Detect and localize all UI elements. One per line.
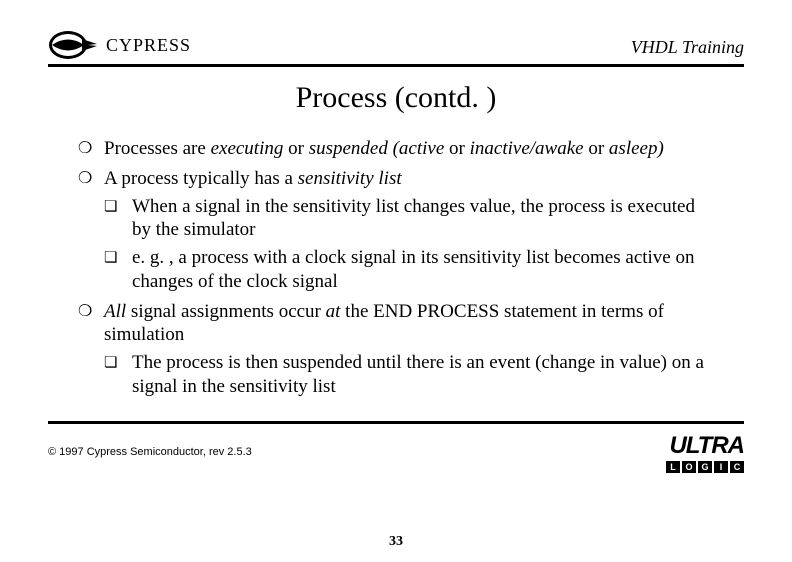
bullet-level2: ❏e. g. , a process with a clock signal i… xyxy=(104,246,704,294)
circle-bullet-icon: ❍ xyxy=(78,167,104,191)
header: CYPRESS VHDL Training xyxy=(48,18,744,62)
bullet-level1: ❍A process typically has a sensitivity l… xyxy=(78,167,704,191)
header-rule xyxy=(48,64,744,67)
ultra-logic-letter: O xyxy=(682,461,696,473)
bullet-text: e. g. , a process with a clock signal in… xyxy=(132,246,704,294)
square-bullet-icon: ❏ xyxy=(104,195,132,243)
square-bullet-icon: ❏ xyxy=(104,351,132,399)
square-bullet-icon: ❏ xyxy=(104,246,132,294)
copyright-text: © 1997 Cypress Semiconductor, rev 2.5.3 xyxy=(48,446,252,458)
ultra-logic-boxes: LOGIC xyxy=(666,461,744,473)
ultra-logo: ULTRA LOGIC xyxy=(666,432,744,473)
ultra-logic-letter: I xyxy=(714,461,728,473)
company-name: CYPRESS xyxy=(106,35,191,56)
slide-title: Process (contd. ) xyxy=(48,81,744,115)
circle-bullet-icon: ❍ xyxy=(78,137,104,161)
ultra-logic-letter: C xyxy=(730,461,744,473)
ultra-word: ULTRA xyxy=(666,432,744,460)
ultra-logic-letter: G xyxy=(698,461,712,473)
bullet-text: When a signal in the sensitivity list ch… xyxy=(132,195,704,243)
bullet-level1: ❍Processes are executing or suspended (a… xyxy=(78,137,704,161)
cypress-logo-icon xyxy=(48,28,102,62)
footer-rule xyxy=(48,421,744,424)
ultra-logic-letter: L xyxy=(666,461,680,473)
bullet-level1: ❍All signal assignments occur at the END… xyxy=(78,300,704,348)
page-number: 33 xyxy=(389,534,403,550)
bullet-text: The process is then suspended until ther… xyxy=(132,351,704,399)
bullet-level2: ❏When a signal in the sensitivity list c… xyxy=(104,195,704,243)
bullet-text: All signal assignments occur at the END … xyxy=(104,300,704,348)
slide-page: CYPRESS VHDL Training Process (contd. ) … xyxy=(0,0,792,562)
slide-content: ❍Processes are executing or suspended (a… xyxy=(78,137,704,399)
logo-area: CYPRESS xyxy=(48,28,191,62)
circle-bullet-icon: ❍ xyxy=(78,300,104,348)
bullet-level2: ❏The process is then suspended until the… xyxy=(104,351,704,399)
footer: © 1997 Cypress Semiconductor, rev 2.5.3 … xyxy=(48,432,744,473)
header-topic: VHDL Training xyxy=(631,37,744,62)
bullet-text: A process typically has a sensitivity li… xyxy=(104,167,704,191)
bullet-text: Processes are executing or suspended (ac… xyxy=(104,137,704,161)
